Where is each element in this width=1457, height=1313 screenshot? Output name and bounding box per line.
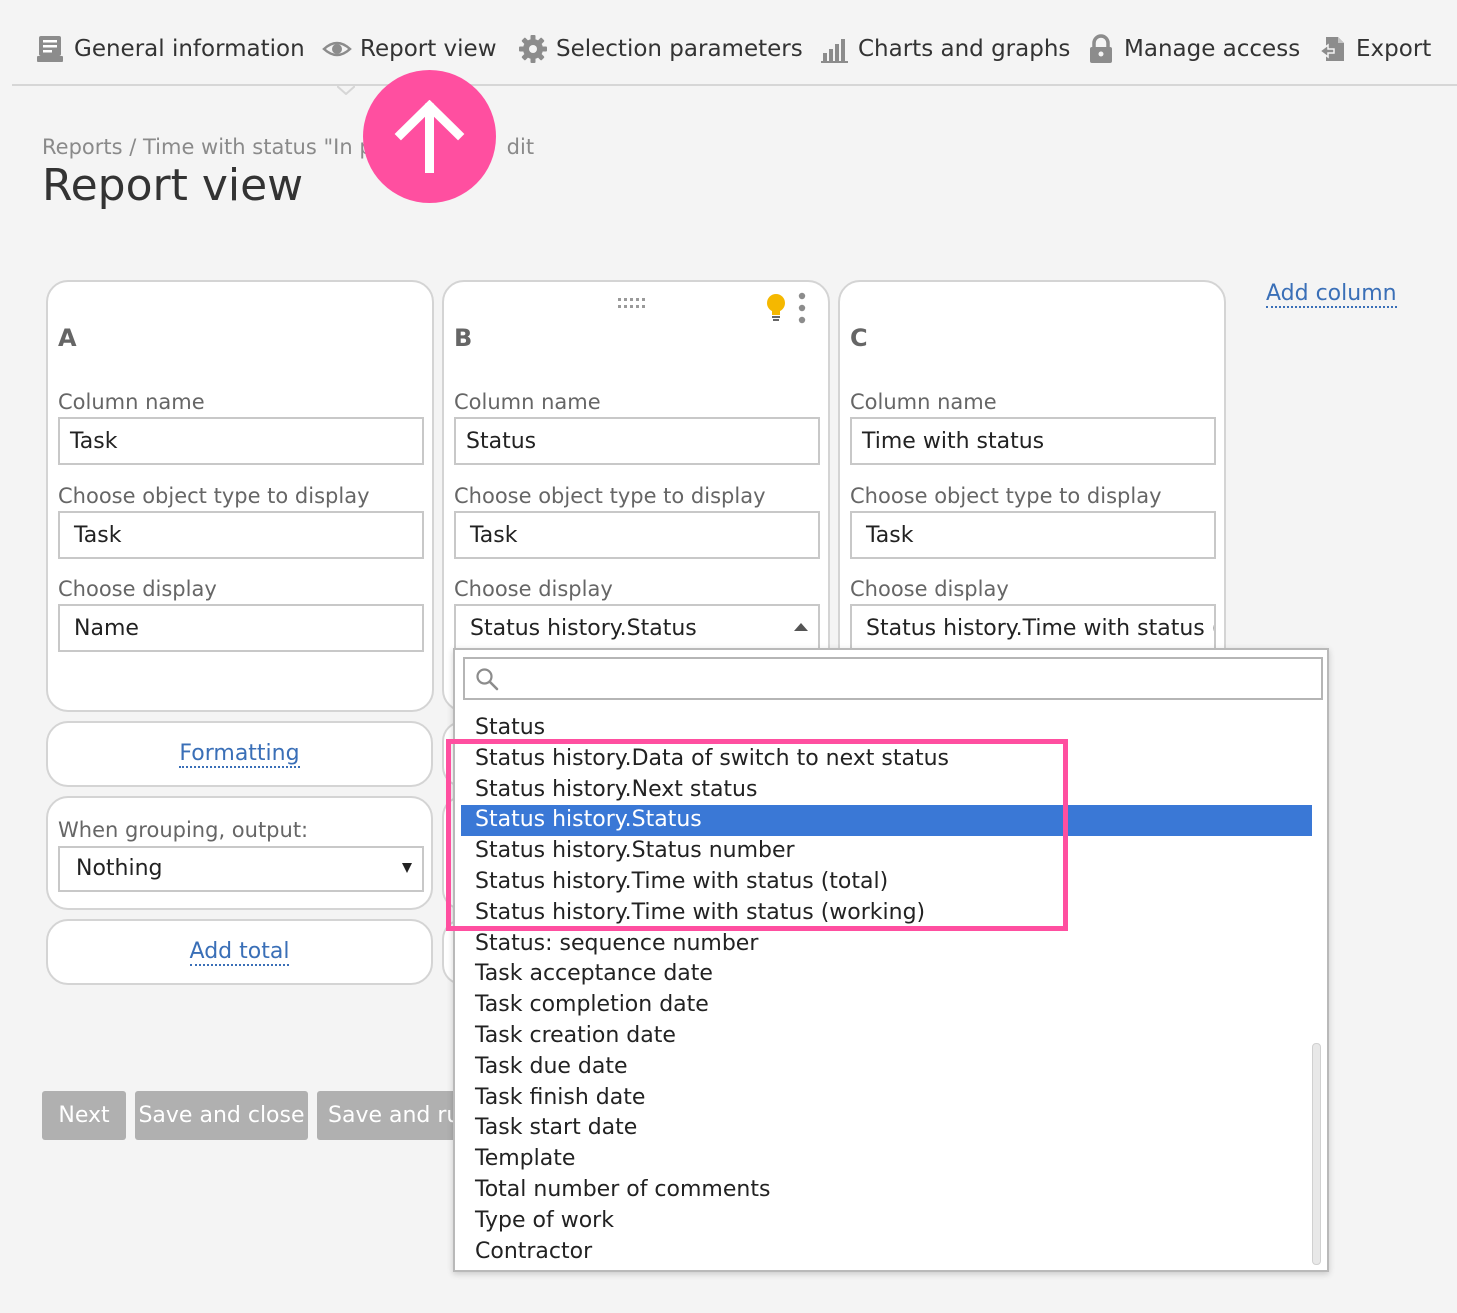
form-icon [37, 36, 63, 62]
formatting-link[interactable]: Formatting [179, 741, 300, 768]
scroll-up-overlay[interactable] [363, 70, 496, 203]
dropdown-option[interactable]: Total number of comments [461, 1175, 1312, 1206]
nav-label: Selection parameters [556, 36, 803, 62]
display-label: Choose display [850, 577, 1009, 601]
nav-general-information[interactable]: General information [36, 34, 305, 64]
active-tab-indicator [337, 85, 355, 95]
column-name-label: Column name [58, 390, 205, 414]
nav-report-view[interactable]: Report view [322, 34, 497, 64]
nav-selection-parameters[interactable]: Selection parameters [518, 34, 803, 64]
object-type-select[interactable]: Task [58, 511, 424, 559]
nav-manage-access[interactable]: Manage access [1086, 34, 1300, 64]
highlight-box [446, 739, 1068, 931]
export-icon [1318, 37, 1344, 61]
object-type-label: Choose object type to display [850, 484, 1162, 508]
display-label: Choose display [454, 577, 613, 601]
dropdown-option[interactable]: Task finish date [461, 1083, 1312, 1114]
display-select-value: Status history.Status [470, 615, 697, 641]
eye-icon [322, 41, 352, 57]
column-name-input[interactable]: Status [454, 417, 820, 465]
lightbulb-icon[interactable] [764, 292, 788, 324]
dropdown-option[interactable]: Template [461, 1144, 1312, 1175]
display-select[interactable]: Name [58, 604, 424, 652]
dropdown-option[interactable]: Type of work [461, 1206, 1312, 1237]
display-label: Choose display [58, 577, 217, 601]
gear-icon [519, 35, 547, 63]
add-total-panel: Add total [46, 919, 433, 985]
next-button[interactable]: Next [42, 1091, 126, 1140]
grouping-panel: When grouping, output: Nothing [46, 796, 433, 910]
arrow-up-icon [394, 100, 465, 173]
dropdown-option[interactable]: Task acceptance date [461, 959, 1312, 990]
grouping-label: When grouping, output: [58, 818, 309, 842]
nav-export[interactable]: Export [1318, 34, 1431, 64]
object-type-select[interactable]: Task [850, 511, 1216, 559]
search-icon [476, 668, 499, 691]
add-total-link[interactable]: Add total [189, 939, 290, 966]
breadcrumb-path[interactable]: Reports / Time with status "In p [42, 135, 373, 159]
save-and-close-button[interactable]: Save and close [135, 1091, 308, 1140]
dropdown-option[interactable]: Contractor [461, 1237, 1312, 1268]
column-card-a: A Column name Task Choose object type to… [46, 280, 434, 712]
column-letter: B [454, 324, 473, 352]
display-select-open[interactable]: Status history.Status [454, 604, 820, 652]
caret-down-icon [402, 863, 412, 873]
column-letter: C [850, 324, 868, 352]
dropdown-option[interactable]: Status: sequence number [461, 929, 1312, 960]
formatting-panel: Formatting [46, 721, 433, 787]
dropdown-search-input[interactable] [463, 657, 1323, 700]
column-name-input[interactable]: Task [58, 417, 424, 465]
column-name-label: Column name [850, 390, 997, 414]
caret-up-icon [794, 623, 808, 631]
nav-label: General information [74, 36, 305, 62]
column-name-label: Column name [454, 390, 601, 414]
dropdown-option[interactable]: Task due date [461, 1052, 1312, 1083]
more-options-icon[interactable] [797, 292, 807, 324]
nav-label: Report view [360, 36, 497, 62]
object-type-label: Choose object type to display [58, 484, 370, 508]
lock-icon [1090, 34, 1112, 63]
drag-handle-icon[interactable] [618, 298, 646, 310]
add-column-link[interactable]: Add column [1266, 281, 1397, 308]
nav-charts-and-graphs[interactable]: Charts and graphs [820, 34, 1070, 64]
dropdown-option[interactable]: Task completion date [461, 990, 1312, 1021]
nav-label: Manage access [1124, 36, 1301, 62]
nav-label: Export [1356, 36, 1432, 62]
column-letter: A [58, 324, 77, 352]
dropdown-scrollbar[interactable] [1312, 1043, 1321, 1265]
grouping-select[interactable]: Nothing [58, 846, 424, 892]
display-select[interactable]: Status history.Time with status (to [850, 604, 1216, 652]
dropdown-option[interactable]: Task start date [461, 1113, 1312, 1144]
object-type-label: Choose object type to display [454, 484, 766, 508]
grouping-select-value: Nothing [76, 856, 163, 881]
save-and-run-button[interactable]: Save and ru [317, 1091, 467, 1140]
page-title: Report view [42, 160, 304, 211]
dropdown-option[interactable]: Task creation date [461, 1021, 1312, 1052]
bar-chart-icon [821, 39, 848, 63]
breadcrumb-current: dit [506, 135, 535, 159]
object-type-select[interactable]: Task [454, 511, 820, 559]
nav-label: Charts and graphs [858, 36, 1071, 62]
column-name-input[interactable]: Time with status [850, 417, 1216, 465]
top-navigation: General information Report view Selectio… [12, 22, 1457, 95]
